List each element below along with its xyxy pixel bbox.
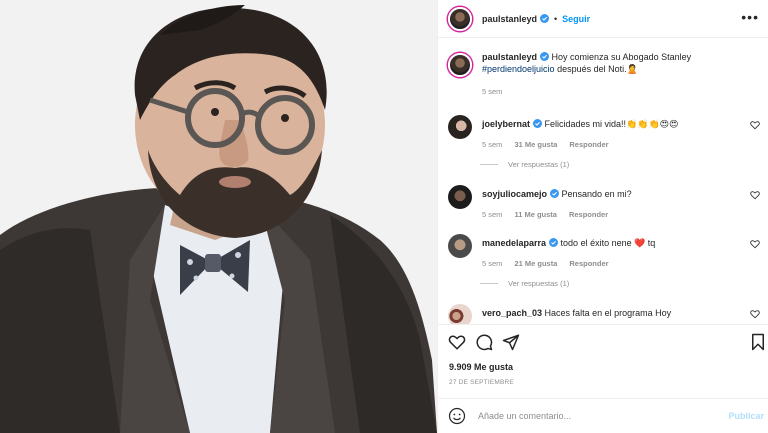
- instagram-post: paulstanleyd • Seguir ••• paulstanleyd H…: [0, 0, 768, 433]
- heart-icon[interactable]: [448, 333, 466, 351]
- comment-time[interactable]: 5 sem: [482, 210, 502, 219]
- caption-username[interactable]: paulstanleyd: [482, 52, 537, 62]
- post-actions: [438, 325, 768, 359]
- comment-likes[interactable]: 21 Me gusta: [514, 259, 557, 268]
- comment-avatar[interactable]: [448, 115, 472, 139]
- comment-username[interactable]: joelybernat: [482, 119, 530, 129]
- comment-like-icon[interactable]: [750, 120, 760, 130]
- author-avatar[interactable]: [448, 6, 472, 31]
- reply-button[interactable]: Responder: [569, 259, 608, 268]
- comment-like-icon[interactable]: [750, 309, 760, 319]
- verified-icon: [549, 238, 559, 247]
- bookmark-icon[interactable]: [749, 333, 767, 351]
- caption-hashtag[interactable]: #perdiendoeljuicio: [482, 64, 555, 74]
- follow-button[interactable]: Seguir: [562, 14, 590, 24]
- comment-item: vero_pach_03 Haces falta en el programa …: [448, 304, 764, 324]
- comment-avatar[interactable]: [448, 185, 472, 209]
- post-date[interactable]: 27 DE SEPTIEMBRE: [449, 379, 514, 386]
- comment-like-icon[interactable]: [750, 239, 760, 249]
- caption-tail: después del Noti.🙎: [554, 64, 638, 74]
- caption-avatar[interactable]: [448, 53, 472, 77]
- likes-count[interactable]: 9.909 Me gusta: [449, 362, 513, 372]
- verified-icon: [540, 52, 550, 61]
- separator-dot: •: [554, 13, 558, 24]
- comment-icon[interactable]: [475, 333, 493, 351]
- comment-text: Haces falta en el programa Hoy: [542, 308, 672, 318]
- comment-avatar[interactable]: [448, 304, 472, 324]
- add-comment-bar: Publicar: [438, 398, 768, 433]
- verified-icon: [540, 14, 550, 23]
- comment-username[interactable]: soyjuliocamejo: [482, 189, 547, 199]
- comment-like-icon[interactable]: [750, 190, 760, 200]
- comment-input[interactable]: [478, 411, 718, 421]
- view-replies-label[interactable]: Ver respuestas (1): [508, 160, 569, 169]
- comment-likes[interactable]: 31 Me gusta: [514, 140, 557, 149]
- post-panel: paulstanleyd • Seguir ••• paulstanleyd H…: [437, 0, 768, 433]
- caption-body: Hoy comienza su Abogado Stanley: [549, 52, 692, 62]
- share-icon[interactable]: [502, 333, 520, 351]
- post-header: paulstanleyd • Seguir •••: [438, 0, 768, 38]
- post-photo[interactable]: [0, 0, 437, 433]
- comment-text: todo el éxito nene ❤️ tq: [558, 238, 656, 248]
- comment-likes[interactable]: 11 Me gusta: [514, 210, 557, 219]
- caption-text: paulstanleyd Hoy comienza su Abogado Sta…: [482, 51, 722, 75]
- view-replies-button[interactable]: Ver respuestas (1): [480, 160, 569, 169]
- verified-icon: [550, 189, 560, 198]
- comment-item: soyjuliocamejo Pensando en mi? 5 sem 11 M…: [448, 185, 764, 219]
- view-replies-label[interactable]: Ver respuestas (1): [508, 279, 569, 288]
- comment-username[interactable]: vero_pach_03: [482, 308, 542, 318]
- comment-item: manedelaparra todo el éxito nene ❤️ tq 5…: [448, 234, 764, 268]
- comment-time[interactable]: 5 sem: [482, 259, 502, 268]
- reply-button[interactable]: Responder: [569, 210, 608, 219]
- emoji-icon[interactable]: [448, 407, 466, 425]
- more-options-icon[interactable]: •••: [741, 10, 759, 24]
- view-replies-button[interactable]: Ver respuestas (1): [480, 279, 569, 288]
- photo-illustration: [0, 0, 437, 433]
- replies-divider: [480, 283, 498, 284]
- caption-meta: 5 sem: [482, 87, 722, 96]
- replies-divider: [480, 164, 498, 165]
- caption-time[interactable]: 5 sem: [482, 87, 502, 96]
- author-username[interactable]: paulstanleyd: [482, 14, 537, 24]
- comments-list[interactable]: paulstanleyd Hoy comienza su Abogado Sta…: [438, 38, 768, 325]
- comment-time[interactable]: 5 sem: [482, 140, 502, 149]
- comment-text: Pensando en mi?: [559, 189, 632, 199]
- publish-button[interactable]: Publicar: [728, 411, 764, 421]
- comment-item: joelybernat Felicidades mi vida!!👏👏👏😍😍 5…: [448, 115, 764, 149]
- comment-text: Felicidades mi vida!!👏👏👏😍😍: [542, 119, 679, 129]
- post-caption: paulstanleyd Hoy comienza su Abogado Sta…: [448, 51, 758, 96]
- comment-username[interactable]: manedelaparra: [482, 238, 546, 248]
- reply-button[interactable]: Responder: [569, 140, 608, 149]
- verified-icon: [533, 119, 543, 128]
- comment-avatar[interactable]: [448, 234, 472, 258]
